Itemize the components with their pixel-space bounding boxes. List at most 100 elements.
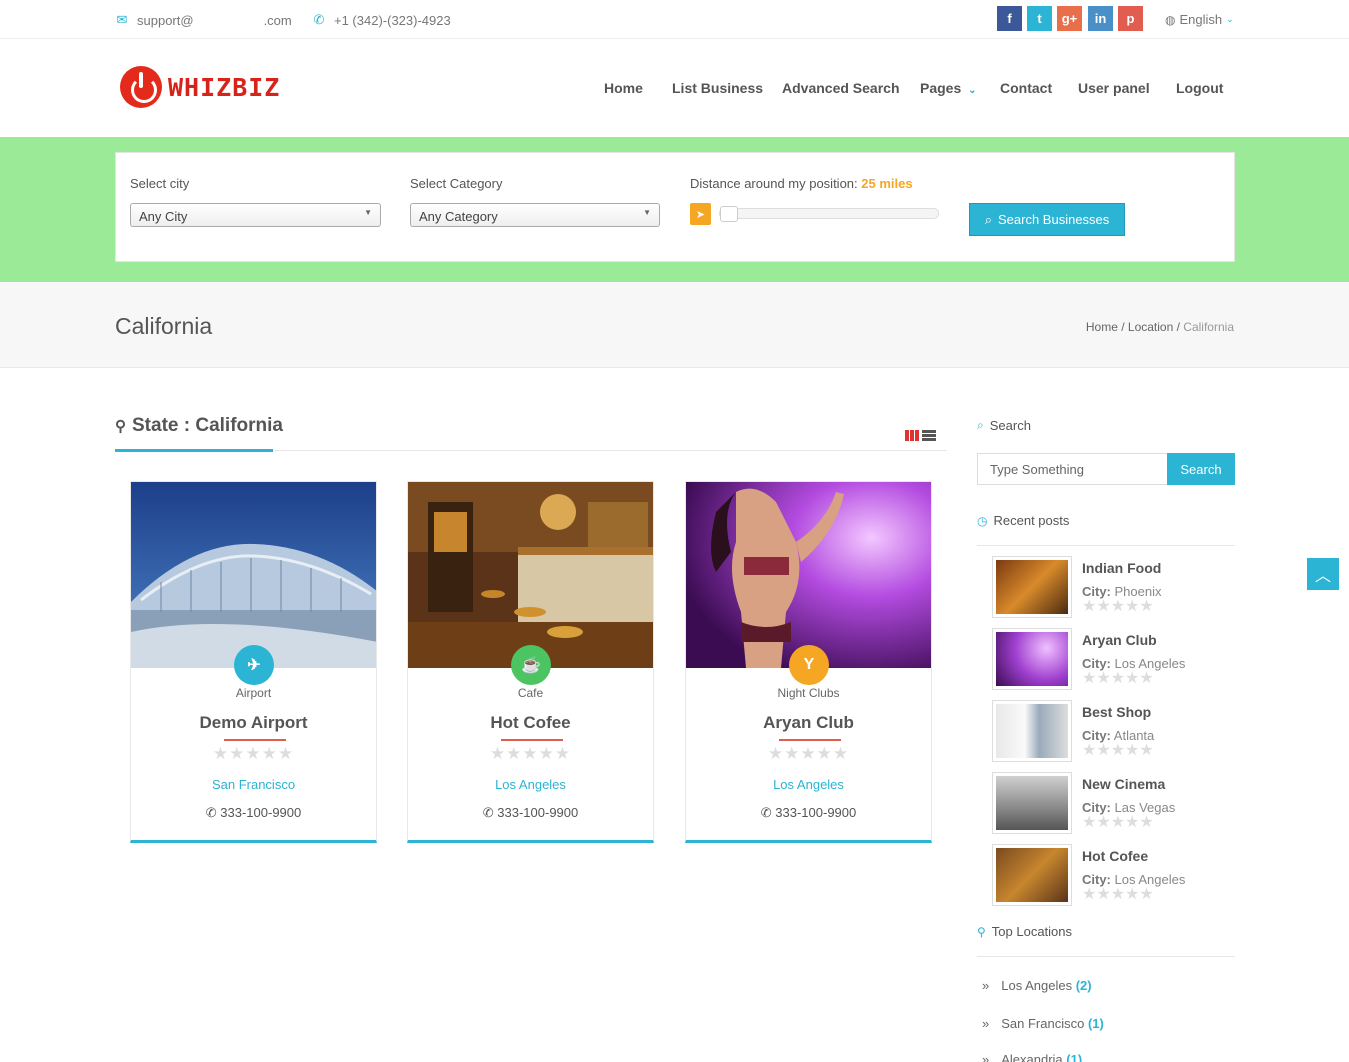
location-link[interactable]: » Los Angeles (2) (982, 978, 1092, 993)
locate-me-button[interactable]: ➤ (690, 203, 711, 225)
listing-title[interactable]: Aryan Club (686, 713, 931, 733)
listing-phone-number: 333-100-9900 (220, 805, 302, 820)
site-logo[interactable]: WHIZBIZ (120, 66, 280, 108)
recent-post[interactable]: Indian Food City: Phoenix ★★★★★ (992, 556, 1235, 618)
recent-post[interactable]: Aryan Club City: Los Angeles ★★★★★ (992, 628, 1235, 690)
location-arrow-icon: ➤ (695, 208, 706, 221)
listing-title[interactable]: Demo Airport (131, 713, 376, 733)
top-locations-heading: ⚲ Top Locations (977, 924, 1072, 939)
category-label: Select Category (410, 176, 503, 191)
listing-card[interactable]: ✈ Airport Demo Airport ★★★★★ San Francis… (130, 481, 377, 843)
top-bar: ✉ support@ .com ✆ +1 (342)-(323)-4923 ftg… (0, 0, 1349, 39)
title-underline (501, 739, 563, 741)
chevron-down-icon: ⌄ (968, 85, 977, 96)
dropdown-arrow-icon: ▼ (643, 208, 651, 217)
post-title[interactable]: Best Shop (1082, 704, 1151, 720)
distance-slider[interactable] (719, 206, 939, 222)
post-title[interactable]: Aryan Club (1082, 632, 1157, 648)
google-plus-icon[interactable]: g+ (1057, 6, 1082, 31)
phone-icon: ✆ (760, 805, 772, 820)
sidebar-search-heading: ⌕ Search (977, 418, 1031, 433)
sidebar-search-input[interactable]: Type Something (977, 453, 1168, 485)
nav-logout[interactable]: Logout (1176, 80, 1223, 96)
email-contact[interactable]: ✉ support@ .com (115, 12, 292, 28)
listing-city[interactable]: Los Angeles (408, 777, 653, 792)
listing-image-cafe[interactable] (408, 482, 653, 668)
double-chevron-right-icon: » (982, 1016, 990, 1031)
listing-title[interactable]: Hot Cofee (408, 713, 653, 733)
recent-posts-title: Recent posts (993, 513, 1070, 528)
listing-phone-number: 333-100-9900 (497, 805, 579, 820)
breadcrumb-current: California (1183, 320, 1234, 334)
linkedin-icon[interactable]: in (1088, 6, 1113, 31)
list-view-icon[interactable] (922, 430, 936, 441)
post-thumbnail[interactable] (992, 556, 1072, 618)
facebook-icon[interactable]: f (997, 6, 1022, 31)
nav-list-business[interactable]: List Business (672, 80, 763, 96)
nav-user-panel[interactable]: User panel (1078, 80, 1150, 96)
rating-stars: ★★★★★ (1082, 742, 1154, 759)
search-businesses-button[interactable]: ⌕ Search Businesses (969, 203, 1125, 236)
listing-card[interactable]: ☕ Cafe Hot Cofee ★★★★★ Los Angeles ✆ 333… (407, 481, 654, 843)
distance-value: 25 miles (861, 176, 913, 191)
nav-pages[interactable]: Pages ⌄ (920, 80, 977, 96)
listing-city[interactable]: Los Angeles (686, 777, 931, 792)
map-marker-icon: ⚲ (977, 924, 986, 939)
listing-image-nightclub[interactable] (686, 482, 931, 668)
post-title[interactable]: Indian Food (1082, 560, 1161, 576)
twitter-icon[interactable]: t (1027, 6, 1052, 31)
search-icon: ⌕ (977, 418, 984, 432)
slider-handle[interactable] (720, 206, 738, 222)
phone-contact[interactable]: ✆ +1 (342)-(323)-4923 (312, 12, 451, 28)
email-suffix: .com (263, 12, 292, 28)
city-select[interactable]: Any City ▼ (130, 203, 381, 227)
location-count: (1) (1066, 1052, 1083, 1062)
envelope-icon: ✉ (116, 12, 128, 27)
language-selector[interactable]: ◍ English ⌄ (1165, 12, 1234, 27)
state-heading: ⚲ State : California (115, 415, 283, 437)
breadcrumb-location[interactable]: Location (1128, 320, 1173, 334)
chevron-up-icon: ︿ (1314, 568, 1331, 585)
post-thumbnail[interactable] (992, 700, 1072, 762)
sidebar-search-button[interactable]: Search (1167, 453, 1235, 485)
post-thumbnail[interactable] (992, 844, 1072, 906)
listing-image-airport[interactable] (131, 482, 376, 668)
double-chevron-right-icon: » (982, 978, 990, 993)
location-name: Alexandria (1001, 1052, 1063, 1062)
recent-post[interactable]: Hot Cofee City: Los Angeles ★★★★★ (992, 844, 1235, 906)
listing-card[interactable]: Y Night Clubs Aryan Club ★★★★★ Los Angel… (685, 481, 932, 843)
divider (977, 956, 1235, 957)
location-link[interactable]: » Alexandria (1) (982, 1052, 1082, 1062)
distance-label: Distance around my position: 25 miles (690, 176, 913, 191)
grid-view-icon[interactable] (905, 430, 919, 441)
post-title[interactable]: New Cinema (1082, 776, 1165, 792)
category-select[interactable]: Any Category ▼ (410, 203, 660, 227)
post-thumbnail[interactable] (992, 628, 1072, 690)
scroll-to-top-button[interactable]: ︿ (1307, 558, 1339, 590)
city-select-value: Any City (139, 209, 188, 224)
post-title[interactable]: Hot Cofee (1082, 848, 1148, 864)
listing-category[interactable]: Cafe (408, 686, 653, 700)
nav-home[interactable]: Home (604, 80, 643, 96)
sidebar-search-title: Search (989, 418, 1031, 433)
nav-contact[interactable]: Contact (1000, 80, 1052, 96)
listing-category[interactable]: Night Clubs (686, 686, 931, 700)
recent-post[interactable]: Best Shop City: Atlanta ★★★★★ (992, 700, 1235, 762)
pinterest-icon[interactable]: p (1118, 6, 1143, 31)
globe-icon: ◍ (1165, 12, 1176, 27)
email-prefix: support@ (137, 12, 194, 28)
email-redaction (201, 13, 264, 27)
title-underline (224, 739, 286, 741)
nav-advanced-search[interactable]: Advanced Search (782, 80, 900, 96)
title-underline (779, 739, 841, 741)
search-businesses-label: Search Businesses (998, 212, 1110, 227)
double-chevron-right-icon: » (982, 1052, 990, 1062)
location-link[interactable]: » San Francisco (1) (982, 1016, 1104, 1031)
listing-category[interactable]: Airport (131, 686, 376, 700)
page-title: California (115, 313, 213, 339)
breadcrumb-home[interactable]: Home (1086, 320, 1118, 334)
language-label: English (1179, 12, 1223, 27)
listing-city[interactable]: San Francisco (131, 777, 376, 792)
post-thumbnail[interactable] (992, 772, 1072, 834)
recent-post[interactable]: New Cinema City: Las Vegas ★★★★★ (992, 772, 1235, 834)
